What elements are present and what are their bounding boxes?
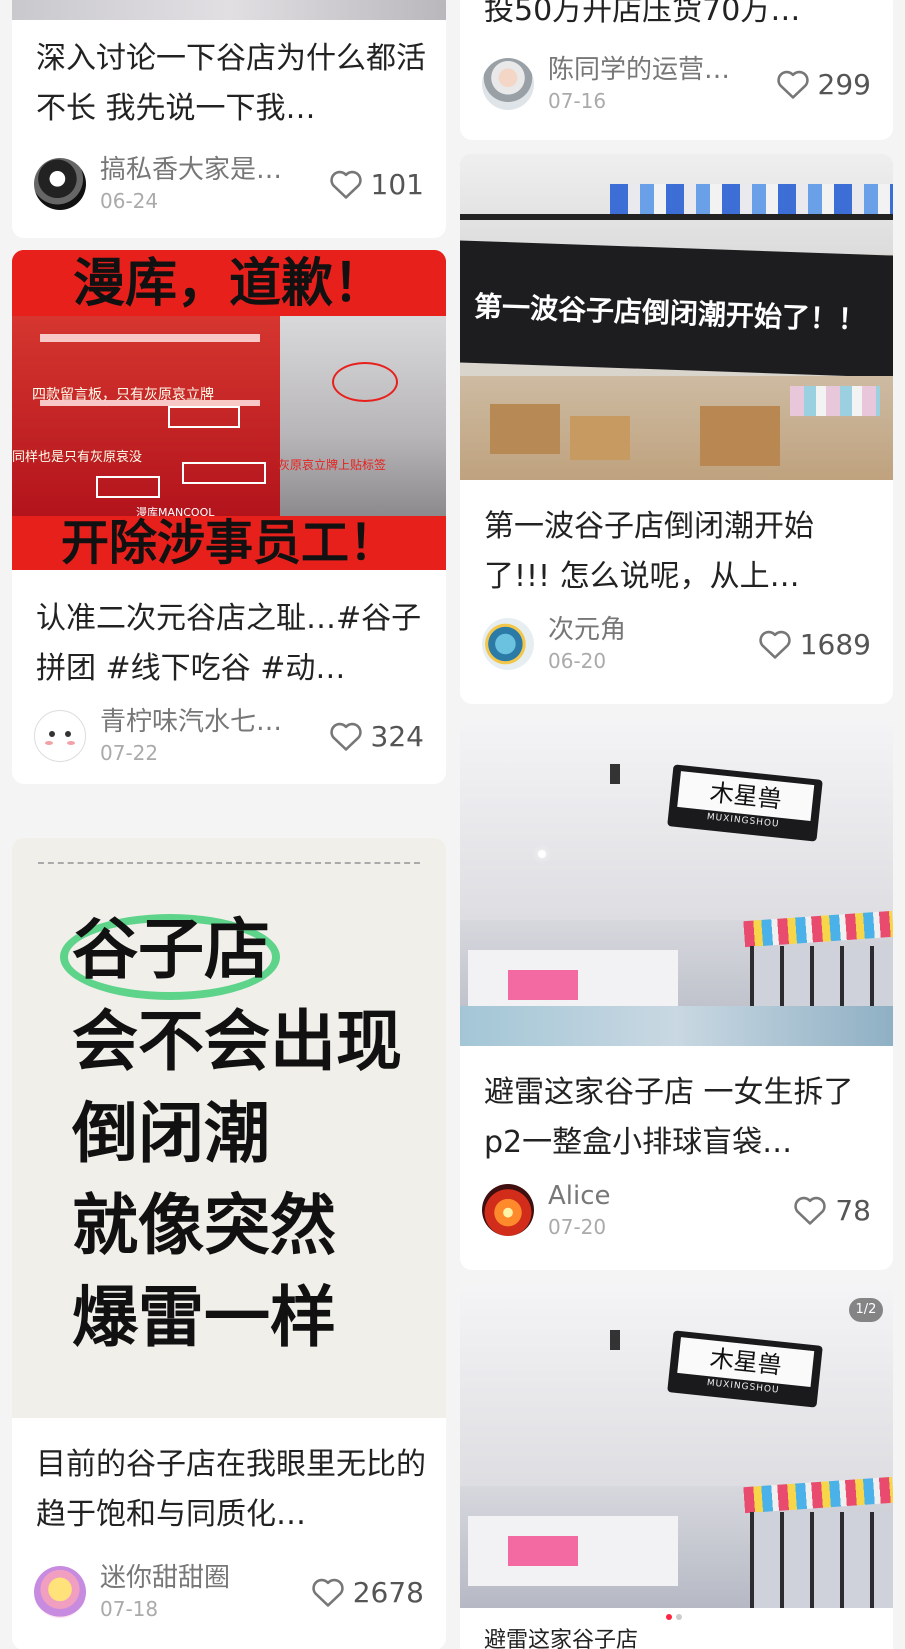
like-count: 78 [835,1193,871,1227]
card-meta: 陈同学的运营… 07-16 299 [482,54,871,114]
avatar[interactable] [34,1566,86,1618]
post-date: 07-22 [100,741,159,765]
card-meta: 迷你甜甜圈 07-18 2678 [34,1562,424,1622]
card-meta: 次元角 06-20 1689 [482,614,871,674]
like-count: 2678 [352,1575,424,1609]
cover-line: 爆雷一样 [72,1279,336,1356]
note-card[interactable]: 谷子店 会不会出现 倒闭潮 就像突然 爆雷一样 目前的谷子店在我眼里无比的趋于饱… [12,838,446,1649]
post-date: 07-16 [548,89,607,113]
cover-caption: 灰原哀立牌上贴标签 [278,458,387,472]
heart-outline-icon [759,630,791,659]
cover-top-text: 漫库，道歉！ [72,254,385,314]
note-card[interactable]: 木星兽 MUXINGSHOU 避雷这家谷子店 一女生拆了p2一整盒小排球盲袋… … [460,720,893,1270]
like-count: 101 [370,167,424,201]
cover-line: 会不会出现 [72,1003,402,1080]
note-card[interactable]: 第一波谷子店倒闭潮开始了！！ 第一波谷子店倒闭潮开始了!!! 怎么说呢，从上… … [460,154,893,704]
cover-image: 漫库，道歉！ 四款留言板，只有灰原哀立牌 同样也是只有灰原哀没 灰原哀立牌上贴标… [12,250,446,570]
cover-image: 木星兽 MUXINGSHOU [460,720,893,1046]
cover-line: 倒闭潮 [72,1095,270,1172]
card-title: 第一波谷子店倒闭潮开始了!!! 怎么说呢，从上… [484,509,814,594]
cover-bottom-text: 开除涉事员工！ [60,515,397,570]
post-date: 07-20 [548,1215,607,1239]
card-title: 深入讨论一下谷店为什么都活不长 我先说一下我… [36,41,426,126]
note-card[interactable]: 木星兽 MUXINGSHOU 1/2 避雷这家谷子店 [460,1286,893,1649]
avatar[interactable] [34,158,86,210]
heart-outline-icon [329,170,362,199]
like-button[interactable]: 1689 [758,624,871,664]
cover-line: 就像突然 [72,1187,336,1264]
like-count: 299 [817,67,871,101]
like-count: 324 [370,719,424,753]
avatar[interactable] [482,58,534,110]
post-date: 07-18 [100,1597,159,1621]
author-name[interactable]: 青柠味汽水七… [100,706,282,738]
card-title: 避雷这家谷子店 [484,1628,639,1649]
avatar[interactable] [482,618,534,670]
card-meta: Alice 07-20 78 [482,1180,871,1240]
author-name[interactable]: 搞私香大家是… [100,154,282,186]
cover-image [12,0,446,20]
like-button[interactable]: 2678 [311,1572,424,1612]
author-name[interactable]: Alice [548,1180,611,1212]
post-date: 06-24 [100,189,159,213]
avatar[interactable] [482,1184,534,1236]
cover-line: 谷子店 [72,911,270,988]
author-name[interactable]: 次元角 [548,614,626,646]
cover-caption: 四款留言板，只有灰原哀立牌 [32,387,214,403]
like-button[interactable]: 324 [329,716,424,756]
heart-outline-icon [794,1196,826,1225]
like-count: 1689 [799,627,871,661]
card-meta: 青柠味汽水七… 07-22 324 [34,706,424,766]
like-button[interactable]: 78 [793,1190,871,1230]
cover-caption: 同样也是只有灰原哀没 [12,450,143,465]
page-indicator: 1/2 [849,1298,883,1322]
card-title: 投50万开店压货70万… [484,0,801,28]
author-name[interactable]: 迷你甜甜圈 [100,1562,230,1594]
cover-image: 第一波谷子店倒闭潮开始了！！ [460,154,893,480]
note-card[interactable]: 漫库，道歉！ 四款留言板，只有灰原哀立牌 同样也是只有灰原哀没 灰原哀立牌上贴标… [12,250,446,784]
heart-outline-icon [312,1578,344,1607]
note-card[interactable]: 深入讨论一下谷店为什么都活不长 我先说一下我… 搞私香大家是… 06-24 10… [12,0,446,238]
carousel-dots [666,1614,682,1620]
like-button[interactable]: 101 [329,164,424,204]
card-meta: 搞私香大家是… 06-24 101 [34,154,424,214]
cover-image: 谷子店 会不会出现 倒闭潮 就像突然 爆雷一样 [12,838,446,1418]
card-title: 认准二次元谷店之耻…#谷子拼团 #线下吃谷 #动… [36,601,422,686]
note-card[interactable]: 投50万开店压货70万… 陈同学的运营… 07-16 299 [460,0,893,140]
card-title: 避雷这家谷子店 一女生拆了p2一整盒小排球盲袋… [484,1075,854,1160]
cover-image: 木星兽 MUXINGSHOU 1/2 [460,1286,893,1608]
avatar[interactable] [34,710,86,762]
post-date: 06-20 [548,649,607,673]
heart-outline-icon [776,70,809,99]
heart-outline-icon [329,722,362,751]
card-title: 目前的谷子店在我眼里无比的趋于饱和与同质化… [36,1447,426,1532]
author-name[interactable]: 陈同学的运营… [548,54,730,86]
like-button[interactable]: 299 [776,64,871,104]
